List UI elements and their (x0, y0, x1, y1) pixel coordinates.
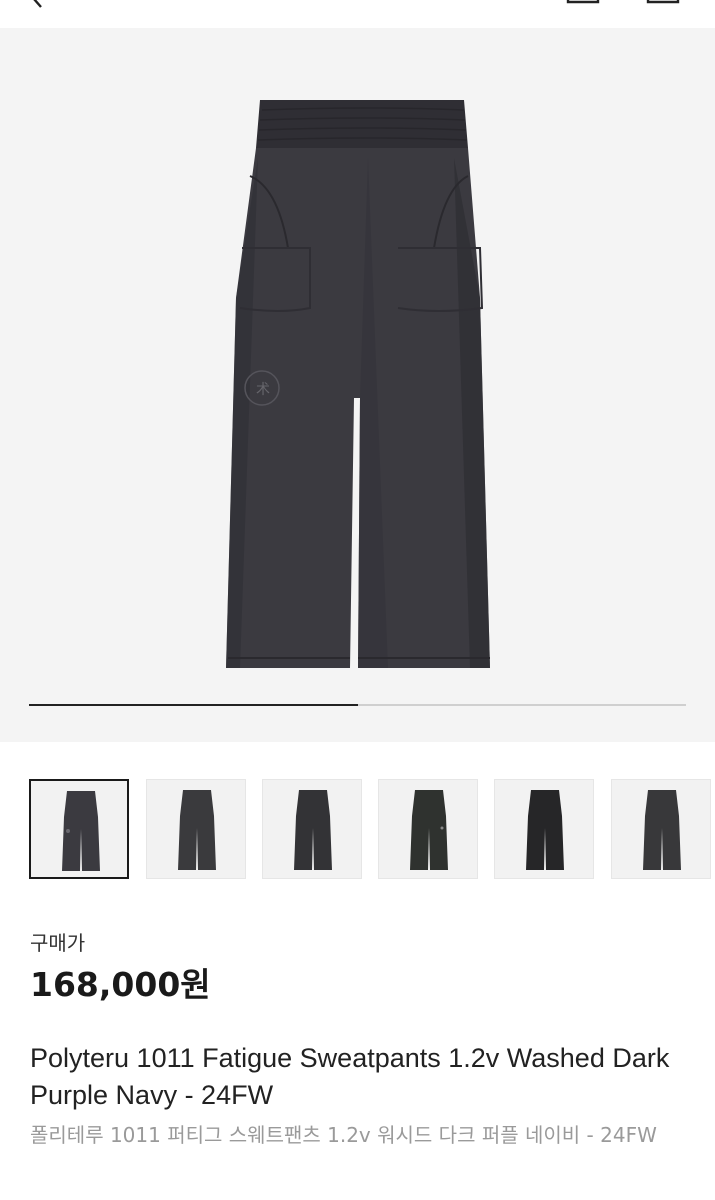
product-image-carousel[interactable]: 术 (0, 28, 715, 742)
thumbnail-1[interactable] (29, 779, 129, 879)
bag-icon[interactable] (646, 0, 680, 4)
thumbnail-5[interactable] (494, 779, 594, 879)
thumbnail-3[interactable] (262, 779, 362, 879)
price-label: 구매가 (30, 931, 86, 955)
product-subtitle: 폴리테루 1011 퍼티그 스웨트팬츠 1.2v 워시드 다크 퍼플 네이비 -… (30, 1123, 657, 1147)
back-chevron-icon[interactable] (26, 0, 50, 12)
thumbnail-6[interactable] (611, 779, 711, 879)
product-title: Polyteru 1011 Fatigue Sweatpants 1.2v Wa… (30, 1043, 670, 1110)
price: 168,000원 (30, 965, 211, 1004)
carousel-progress-track (29, 704, 686, 706)
product-image-pants: 术 (226, 100, 490, 668)
thumbnail-4[interactable] (378, 779, 478, 879)
share-icon[interactable] (566, 0, 600, 4)
carousel-progress-fill (29, 704, 358, 706)
thumbnail-strip (29, 779, 715, 881)
thumbnail-2[interactable] (146, 779, 246, 879)
svg-text:术: 术 (256, 382, 270, 398)
top-bar (0, 0, 715, 28)
